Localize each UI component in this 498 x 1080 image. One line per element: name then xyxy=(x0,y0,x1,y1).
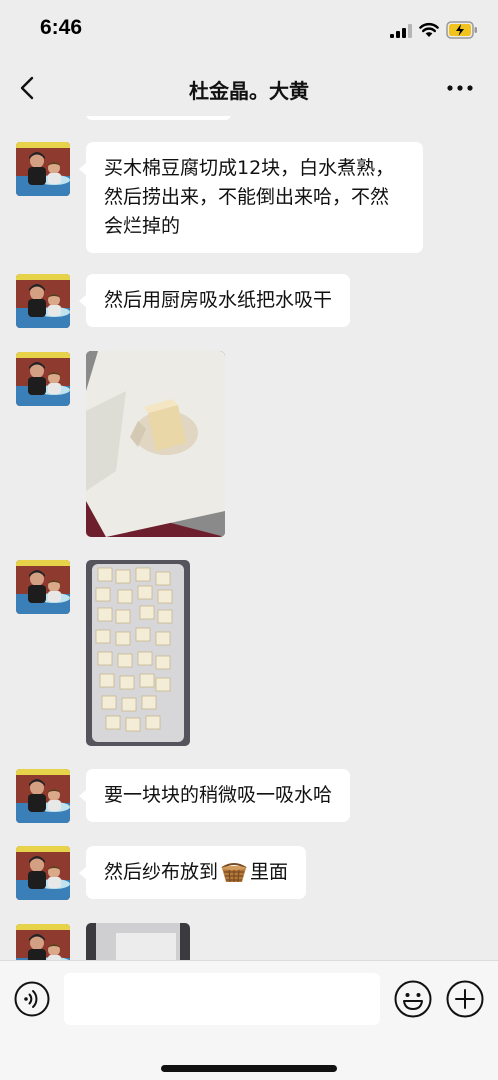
message-bubble[interactable]: 然后用厨房吸水纸把水吸干 xyxy=(78,274,351,327)
basket-emoji xyxy=(221,862,247,882)
chat-history[interactable]: 买木棉豆腐切成12块，白水煮熟，然后捞出来，不能倒出来哈，不然会烂掉的 然后用厨… xyxy=(0,116,498,960)
emoji-icon[interactable] xyxy=(394,980,432,1018)
partial-photo[interactable] xyxy=(86,923,190,960)
wifi-icon xyxy=(419,23,439,37)
message-input[interactable] xyxy=(64,973,380,1025)
avatar[interactable] xyxy=(16,142,70,196)
home-indicator xyxy=(161,1065,337,1072)
avatar[interactable] xyxy=(16,560,70,614)
more-dots-icon[interactable] xyxy=(442,74,478,102)
battery-charging-icon xyxy=(446,21,477,39)
previous-message-bubble xyxy=(86,116,231,120)
status-bar: 6:46 xyxy=(0,0,498,60)
message-text-before-emoji: 然后纱布放到 xyxy=(104,861,219,883)
avatar[interactable] xyxy=(16,274,70,328)
input-bar xyxy=(0,960,498,1080)
plus-icon[interactable] xyxy=(446,980,484,1018)
message-text: 买木棉豆腐切成12块，白水煮熟，然后捞出来，不能倒出来哈，不然会烂掉的 xyxy=(104,157,395,237)
avatar[interactable] xyxy=(16,769,70,823)
avatar[interactable] xyxy=(16,846,70,900)
cellular-signal-icon xyxy=(390,24,412,38)
avatar[interactable] xyxy=(16,352,70,406)
avatar[interactable] xyxy=(16,924,70,960)
tofu-on-paper-towel-photo[interactable] xyxy=(86,351,225,537)
message-text: 然后用厨房吸水纸把水吸干 xyxy=(104,289,333,311)
chat-title: 杜金晶。大黄 xyxy=(189,79,309,103)
nav-bar: 杜金晶。大黄 xyxy=(0,60,498,116)
message-bubble[interactable]: 然后纱布放到 里面 xyxy=(78,846,307,899)
tofu-cubes-in-tray-photo[interactable] xyxy=(86,560,190,746)
voice-icon[interactable] xyxy=(14,981,50,1017)
status-time: 6:46 xyxy=(40,16,83,39)
message-bubble[interactable]: 要一块块的稍微吸一吸水哈 xyxy=(78,769,351,822)
message-text: 要一块块的稍微吸一吸水哈 xyxy=(104,784,333,806)
message-text-after-emoji: 里面 xyxy=(250,861,289,883)
message-bubble[interactable]: 买木棉豆腐切成12块，白水煮熟，然后捞出来，不能倒出来哈，不然会烂掉的 xyxy=(79,142,423,253)
